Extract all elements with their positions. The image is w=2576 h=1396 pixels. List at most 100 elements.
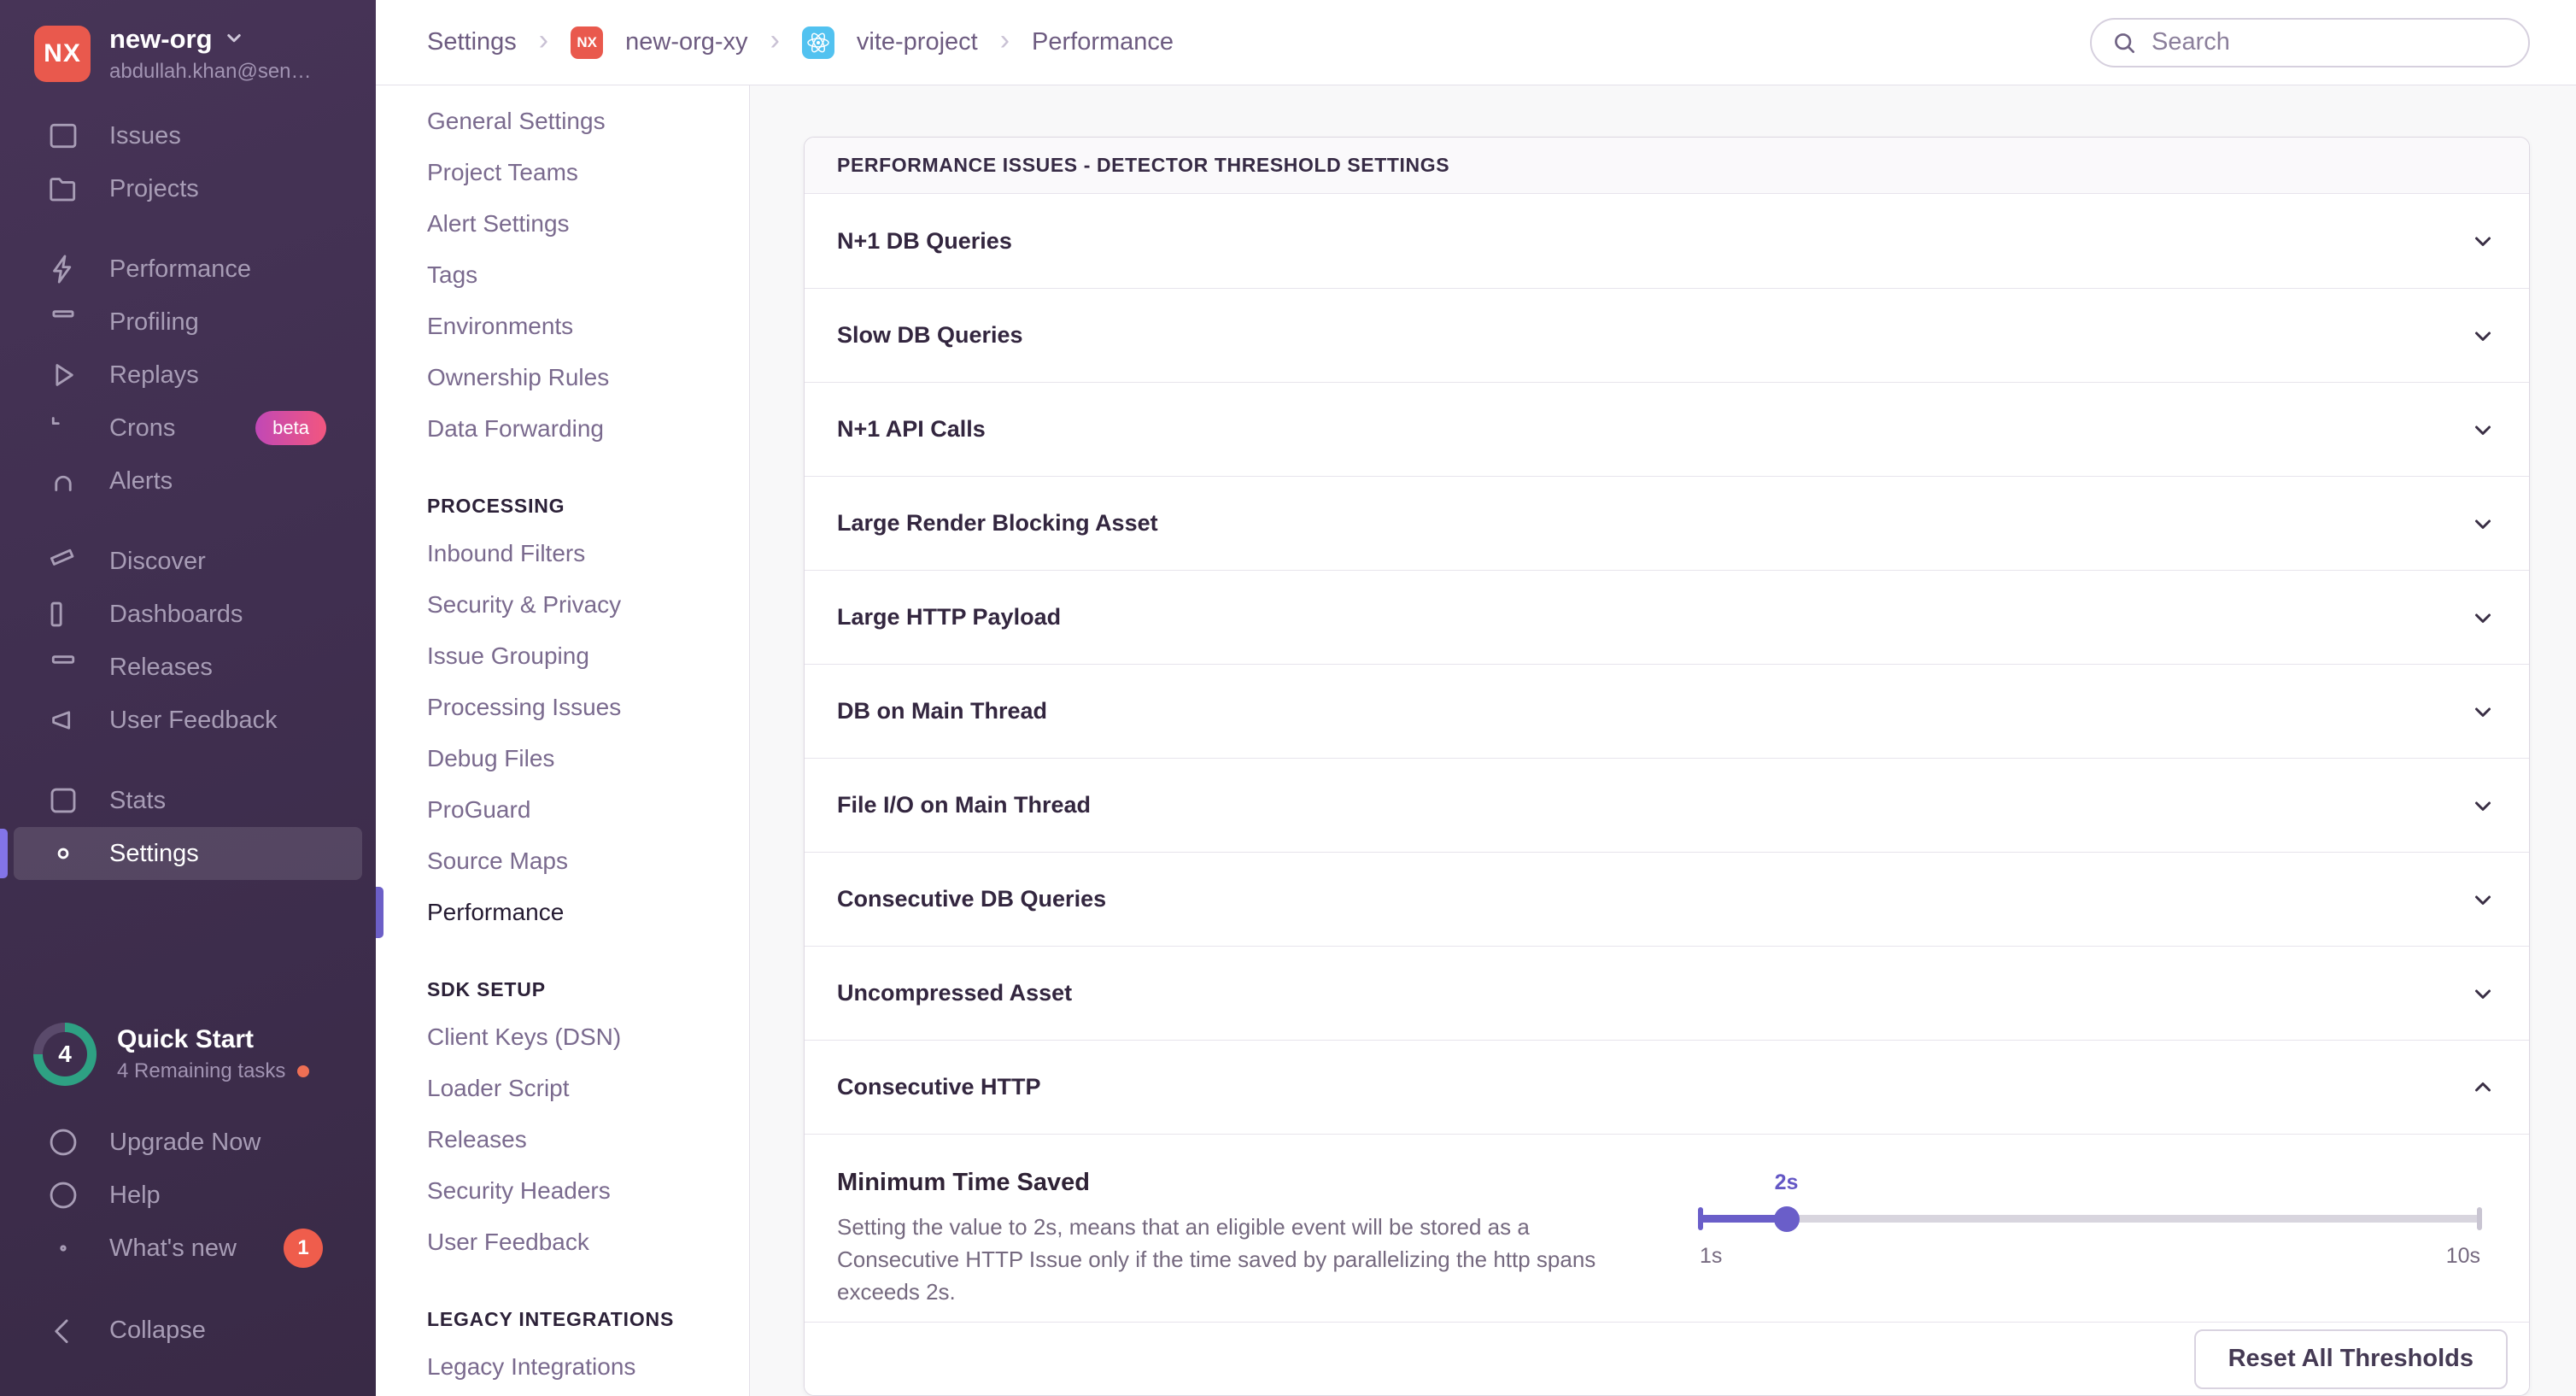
sidebar-item-projects[interactable]: Projects: [14, 162, 362, 215]
detector-row-label: File I/O on Main Thread: [837, 792, 1091, 818]
detector-row-consecutive-db-queries[interactable]: Consecutive DB Queries: [805, 852, 2529, 946]
settings-nav-section-processing: PROCESSING: [376, 478, 749, 528]
settings-nav-item-debug-files[interactable]: Debug Files: [376, 733, 749, 784]
panel-footer: Reset All Thresholds: [805, 1322, 2529, 1395]
slider-track[interactable]: [1700, 1215, 2480, 1223]
breadcrumb-settings[interactable]: Settings: [427, 28, 517, 56]
sidebar-item-discover[interactable]: Discover: [14, 535, 362, 588]
detector-row-large-render-blocking-asset[interactable]: Large Render Blocking Asset: [805, 476, 2529, 570]
breadcrumb-separator: ›: [1000, 26, 1010, 55]
crons-icon: [47, 412, 79, 444]
sidebar-item-releases[interactable]: Releases: [14, 641, 362, 694]
sidebar-item-issues[interactable]: Issues: [14, 109, 362, 162]
settings-nav-item-proguard[interactable]: ProGuard: [376, 784, 749, 836]
sidebar-item-label: Issues: [109, 122, 181, 150]
settings-nav-item-user-feedback[interactable]: User Feedback: [376, 1217, 749, 1268]
user-email: abdullah.khan@sen…: [109, 60, 312, 84]
sidebar-item-label: Replays: [109, 361, 199, 390]
chevron-down-icon: [2468, 602, 2498, 633]
sidebar-item-label: Help: [109, 1182, 161, 1210]
settings-nav-item-legacy-integrations[interactable]: Legacy Integrations: [376, 1341, 749, 1393]
detector-row-uncompressed-asset[interactable]: Uncompressed Asset: [805, 946, 2529, 1040]
quick-start-progress-ring: 4: [33, 1023, 97, 1086]
chevron-down-icon: [2468, 884, 2498, 915]
chevron-down-icon: [2468, 978, 2498, 1009]
sidebar-item-label: Discover: [109, 548, 206, 576]
reset-all-thresholds-button[interactable]: Reset All Thresholds: [2194, 1329, 2508, 1389]
dashboards-icon: [47, 598, 79, 631]
sidebar-item-what-s-new[interactable]: What's new1: [14, 1222, 362, 1275]
detector-row-label: N+1 API Calls: [837, 416, 986, 443]
settings-nav-item-source-maps[interactable]: Source Maps: [376, 836, 749, 887]
sidebar-item-user-feedback[interactable]: User Feedback: [14, 694, 362, 747]
org-avatar: NX: [34, 26, 91, 82]
issues-icon: [47, 120, 79, 152]
settings-nav-section-legacy-integrations: LEGACY INTEGRATIONS: [376, 1292, 749, 1341]
settings-nav-item-data-forwarding[interactable]: Data Forwarding: [376, 403, 749, 455]
settings-nav-item-security-privacy[interactable]: Security & Privacy: [376, 579, 749, 631]
detector-row-n-1-db-queries[interactable]: N+1 DB Queries: [805, 194, 2529, 288]
detector-row-large-http-payload[interactable]: Large HTTP Payload: [805, 570, 2529, 664]
settings-nav-item-project-teams[interactable]: Project Teams: [376, 147, 749, 198]
alerts-icon: [47, 465, 79, 497]
detail-description: Setting the value to 2s, means that an e…: [837, 1211, 1644, 1308]
slider-handle[interactable]: [1774, 1206, 1800, 1232]
detector-rows: N+1 DB QueriesSlow DB Queries N+1 API Cal…: [805, 194, 2529, 1134]
upgrade-icon: [47, 1126, 79, 1158]
detector-row-file-i-o-on-main-thread[interactable]: File I/O on Main Thread: [805, 758, 2529, 852]
breadcrumb: Settings › NX new-org-xy › vite-project …: [427, 26, 1174, 59]
sidebar-item-help[interactable]: Help: [14, 1169, 362, 1222]
settings-nav-item-processing-issues[interactable]: Processing Issues: [376, 682, 749, 733]
slider-max-cap: [2477, 1207, 2482, 1230]
quick-start[interactable]: 4 Quick Start 4 Remaining tasks: [14, 1015, 362, 1094]
sidebar-item-crons[interactable]: Cronsbeta: [14, 402, 362, 455]
profiling-icon: [47, 306, 79, 338]
settings-nav-item-loader-script[interactable]: Loader Script: [376, 1063, 749, 1114]
settings-nav-item-inbound-filters[interactable]: Inbound Filters: [376, 528, 749, 579]
org-name: new-org: [109, 24, 213, 55]
chevron-left-icon: [47, 1314, 79, 1346]
sidebar-item-performance[interactable]: Performance: [14, 243, 362, 296]
settings-nav-item-ownership-rules[interactable]: Ownership Rules: [376, 352, 749, 403]
sidebar-item-profiling[interactable]: Profiling: [14, 296, 362, 349]
settings-nav-item-general-settings[interactable]: General Settings: [376, 96, 749, 147]
detector-row-slow-db-queries[interactable]: Slow DB Queries: [805, 288, 2529, 382]
settings-nav-item-environments[interactable]: Environments: [376, 301, 749, 352]
breadcrumb-org[interactable]: new-org-xy: [625, 28, 747, 56]
detector-row-label: Uncompressed Asset: [837, 980, 1072, 1006]
sidebar-item-collapse[interactable]: Collapse: [14, 1304, 362, 1357]
detector-row-db-on-main-thread[interactable]: DB on Main Thread: [805, 664, 2529, 758]
sidebar-nav: Issues Projects PerformanceProfiling Replay…: [0, 109, 376, 907]
sidebar-item-dashboards[interactable]: Dashboards: [14, 588, 362, 641]
org-switcher[interactable]: NX new-org abdullah.khan@sen…: [0, 24, 376, 84]
user-feedback-icon: [47, 704, 79, 736]
settings-nav-item-releases[interactable]: Releases: [376, 1114, 749, 1165]
chevron-down-icon: [2468, 790, 2498, 821]
sidebar-item-label: User Feedback: [109, 707, 278, 735]
detector-row-label: DB on Main Thread: [837, 698, 1047, 724]
settings-nav-item-alert-settings[interactable]: Alert Settings: [376, 198, 749, 249]
detector-row-label: Large HTTP Payload: [837, 604, 1061, 631]
sidebar-item-stats[interactable]: Stats: [14, 774, 362, 827]
settings-nav-item-tags[interactable]: Tags: [376, 249, 749, 301]
search-icon: [2111, 29, 2138, 56]
react-project-icon: [802, 26, 834, 59]
consecutive-http-detail: Minimum Time Saved Setting the value to …: [805, 1134, 2529, 1322]
settings-nav-item-performance[interactable]: Performance: [376, 887, 749, 938]
sidebar-item-upgrade-now[interactable]: Upgrade Now: [14, 1116, 362, 1169]
settings-nav-item-issue-grouping[interactable]: Issue Grouping: [376, 631, 749, 682]
detector-row-consecutive-http[interactable]: Consecutive HTTP: [805, 1040, 2529, 1134]
sidebar-item-settings[interactable]: Settings: [14, 827, 362, 880]
sidebar-item-label: Dashboards: [109, 601, 243, 629]
settings-nav-item-security-headers[interactable]: Security Headers: [376, 1165, 749, 1217]
sidebar-item-replays[interactable]: Replays: [14, 349, 362, 402]
beta-badge: beta: [255, 411, 326, 445]
sidebar-item-alerts[interactable]: Alerts: [14, 455, 362, 507]
sidebar-item-label: Projects: [109, 175, 199, 203]
breadcrumb-separator: ›: [770, 26, 780, 55]
search-input[interactable]: [2090, 18, 2530, 67]
settings-nav-list: General SettingsProject TeamsAlert Setti…: [376, 96, 749, 1393]
settings-nav-item-client-keys-dsn[interactable]: Client Keys (DSN): [376, 1012, 749, 1063]
breadcrumb-project[interactable]: vite-project: [857, 28, 978, 56]
detector-row-n-1-api-calls[interactable]: N+1 API Calls: [805, 382, 2529, 476]
